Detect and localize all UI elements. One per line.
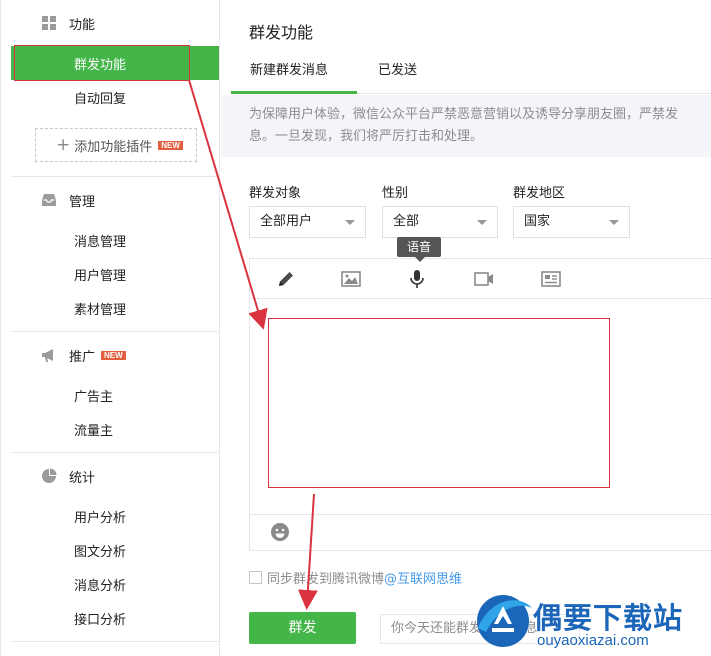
new-badge: NEW [101, 350, 126, 360]
pencil-icon[interactable] [275, 268, 297, 290]
tab-bar: 新建群发消息 已发送 [231, 54, 711, 94]
sidebar-item-label: 用户管理 [74, 268, 127, 284]
sidebar-item-label: 用户分析 [74, 510, 127, 526]
plus-icon: + [56, 134, 71, 155]
sidebar-section-title: 统计 [69, 470, 96, 486]
sidebar-section-title: 推广 [69, 349, 96, 365]
chevron-down-icon [345, 220, 355, 225]
sidebar-item-message-analysis[interactable]: 消息分析 [1, 567, 219, 601]
image-icon[interactable] [340, 268, 362, 290]
weibo-account-link[interactable]: @互联网思维 [384, 568, 462, 587]
watermark-url: ouyaoxiazai.com [537, 632, 649, 649]
site-logo [477, 595, 532, 647]
sidebar-item-label: 图文分析 [74, 544, 127, 560]
add-plugin-button[interactable]: + 添加功能插件 NEW [35, 128, 197, 162]
chevron-down-icon [477, 220, 487, 225]
sidebar-section-title: 管理 [69, 194, 96, 210]
sync-weibo-option[interactable]: 同步群发到腾讯微博 @互联网思维 [249, 568, 462, 587]
sync-label: 同步群发到腾讯微博 [267, 572, 385, 587]
sidebar-item-traffic-owner[interactable]: 流量主 [1, 412, 219, 446]
sidebar-item-mass-send[interactable]: 群发功能 [11, 46, 219, 80]
sidebar-item-article-analysis[interactable]: 图文分析 [1, 533, 219, 567]
notice-text: 为保障用户体验，微信公众平台严禁恶意营销以及诱导分享朋友圈，严禁发 [249, 107, 679, 122]
notice-text: 息。一旦发现，我们将严厉打击和处理。 [249, 129, 484, 144]
notice-banner: 为保障用户体验，微信公众平台严禁恶意营销以及诱导分享朋友圈，严禁发 息。一旦发现… [221, 95, 711, 157]
sidebar-item-label: 消息管理 [74, 234, 127, 250]
sidebar-section-manage: 管理 [1, 177, 219, 223]
target-select-value: 全部用户 [260, 214, 313, 229]
sync-checkbox[interactable] [249, 571, 262, 584]
voice-tooltip: 语音 [397, 237, 441, 262]
gender-label: 性别 [382, 186, 409, 201]
sidebar-section-promote: 推广 NEW [1, 332, 219, 378]
emoji-icon[interactable] [270, 522, 290, 542]
sidebar-section-settings[interactable]: 设置 [1, 642, 219, 656]
sidebar-item-api-analysis[interactable]: 接口分析 [1, 601, 219, 635]
new-badge: NEW [158, 140, 183, 150]
page-title: 群发功能 [249, 23, 314, 42]
tab-sent[interactable]: 已发送 [378, 54, 417, 94]
sidebar: 功能 群发功能 自动回复 + 添加功能插件 NEW 管理 消息管理 用户管理 素… [0, 0, 220, 656]
article-icon[interactable] [540, 268, 562, 290]
send-button[interactable]: 群发 [249, 612, 356, 644]
sidebar-section-title: 功能 [69, 17, 96, 33]
watermark: 偶要下载站 ouyaoxiazai.com [470, 588, 711, 656]
grid-icon [42, 16, 56, 30]
sidebar-item-label: 广告主 [74, 389, 114, 405]
editor-toolbar [250, 259, 711, 299]
sidebar-section-function: 功能 [1, 0, 219, 46]
sidebar-item-auto-reply[interactable]: 自动回复 [1, 80, 219, 114]
region-select-value: 国家 [524, 214, 551, 229]
megaphone-icon [42, 349, 53, 362]
region-label: 群发地区 [513, 186, 566, 201]
sidebar-item-label: 接口分析 [74, 612, 127, 628]
pie-chart-icon [42, 468, 57, 483]
editor-footer [250, 514, 711, 550]
sidebar-item-label: 群发功能 [74, 57, 127, 73]
sidebar-item-label: 消息分析 [74, 578, 127, 594]
target-label: 群发对象 [249, 186, 302, 201]
video-icon[interactable] [473, 268, 495, 290]
sidebar-item-label: 流量主 [74, 423, 114, 439]
tab-new-mass-message[interactable]: 新建群发消息 [231, 54, 357, 94]
watermark-title: 偶要下载站 [533, 601, 684, 635]
gender-select-value: 全部 [393, 214, 420, 229]
main-panel: 群发功能 新建群发消息 已发送 为保障用户体验，微信公众平台严禁恶意营销以及诱导… [221, 0, 711, 656]
add-plugin-label: 添加功能插件 [74, 139, 153, 155]
sidebar-item-user-analysis[interactable]: 用户分析 [1, 499, 219, 533]
target-select[interactable]: 全部用户 [249, 206, 366, 238]
message-editor [249, 258, 711, 551]
sidebar-item-advertiser[interactable]: 广告主 [1, 378, 219, 412]
sidebar-item-label: 自动回复 [74, 91, 127, 107]
region-select[interactable]: 国家 [513, 206, 630, 238]
sidebar-item-message-manage[interactable]: 消息管理 [1, 223, 219, 257]
sidebar-item-material-manage[interactable]: 素材管理 [1, 291, 219, 325]
sidebar-item-user-manage[interactable]: 用户管理 [1, 257, 219, 291]
sidebar-section-stats: 统计 [1, 453, 219, 499]
content-input-area[interactable] [268, 318, 610, 488]
gender-select[interactable]: 全部 [382, 206, 498, 238]
inbox-icon [42, 194, 56, 206]
chevron-down-icon [609, 220, 619, 225]
microphone-icon[interactable] [406, 268, 428, 290]
sidebar-item-label: 素材管理 [74, 302, 127, 318]
